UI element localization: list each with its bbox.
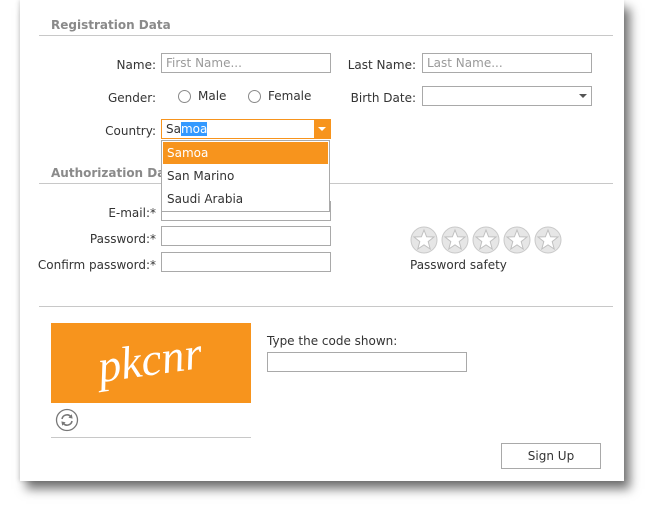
password-input[interactable] xyxy=(161,226,331,246)
country-label: Country: xyxy=(105,124,156,138)
country-dropdown-list: Samoa San Marino Saudi Arabia xyxy=(161,140,330,212)
email-label: E-mail:* xyxy=(108,206,156,220)
confirm-password-label: Confirm password:* xyxy=(37,258,156,272)
captcha-input[interactable] xyxy=(267,352,467,372)
captcha-code-text: pkcnr xyxy=(91,327,206,393)
captcha-image: pkcnr xyxy=(51,323,251,403)
password-safety-star-icon xyxy=(472,226,500,254)
female-radio[interactable] xyxy=(248,90,261,103)
birth-date-label: Birth Date: xyxy=(350,91,416,105)
gender-label: Gender: xyxy=(107,91,156,105)
female-label[interactable]: Female xyxy=(268,89,311,103)
refresh-icon[interactable] xyxy=(55,408,79,432)
password-label: Password:* xyxy=(89,232,156,246)
registration-divider xyxy=(39,35,613,36)
country-typed-text: Sa xyxy=(166,122,181,136)
country-autocomplete-selection: moa xyxy=(180,122,208,136)
chevron-down-icon[interactable] xyxy=(314,120,330,138)
country-option[interactable]: Samoa xyxy=(163,142,328,164)
captcha-code-graphic: pkcnr xyxy=(91,327,206,393)
country-option[interactable]: San Marino xyxy=(163,165,328,187)
last-name-input[interactable] xyxy=(422,53,592,73)
birth-date-picker[interactable] xyxy=(422,86,592,106)
password-safety-star-icon xyxy=(534,226,562,254)
last-name-label: Last Name: xyxy=(347,58,416,72)
country-option[interactable]: Saudi Arabia xyxy=(163,188,328,210)
male-label[interactable]: Male xyxy=(198,89,226,103)
password-safety-star-icon xyxy=(503,226,531,254)
confirm-password-input[interactable] xyxy=(161,252,331,272)
country-text[interactable]: Samoa xyxy=(166,122,208,136)
country-combobox[interactable]: Samoa xyxy=(161,119,331,139)
captcha-underline xyxy=(51,437,251,438)
authorization-section-title: Authorization Data xyxy=(51,166,180,180)
male-radio[interactable] xyxy=(178,90,191,103)
password-safety-star-icon xyxy=(441,226,469,254)
captcha-divider xyxy=(39,306,613,307)
password-safety-star-icon xyxy=(410,226,438,254)
sign-up-button[interactable]: Sign Up xyxy=(501,443,601,469)
password-safety-label: Password safety xyxy=(410,258,507,272)
registration-section-title: Registration Data xyxy=(51,18,171,32)
first-name-input[interactable] xyxy=(161,53,331,73)
name-label: Name: xyxy=(116,58,156,72)
chevron-down-icon[interactable] xyxy=(575,87,591,105)
captcha-prompt: Type the code shown: xyxy=(267,334,398,348)
